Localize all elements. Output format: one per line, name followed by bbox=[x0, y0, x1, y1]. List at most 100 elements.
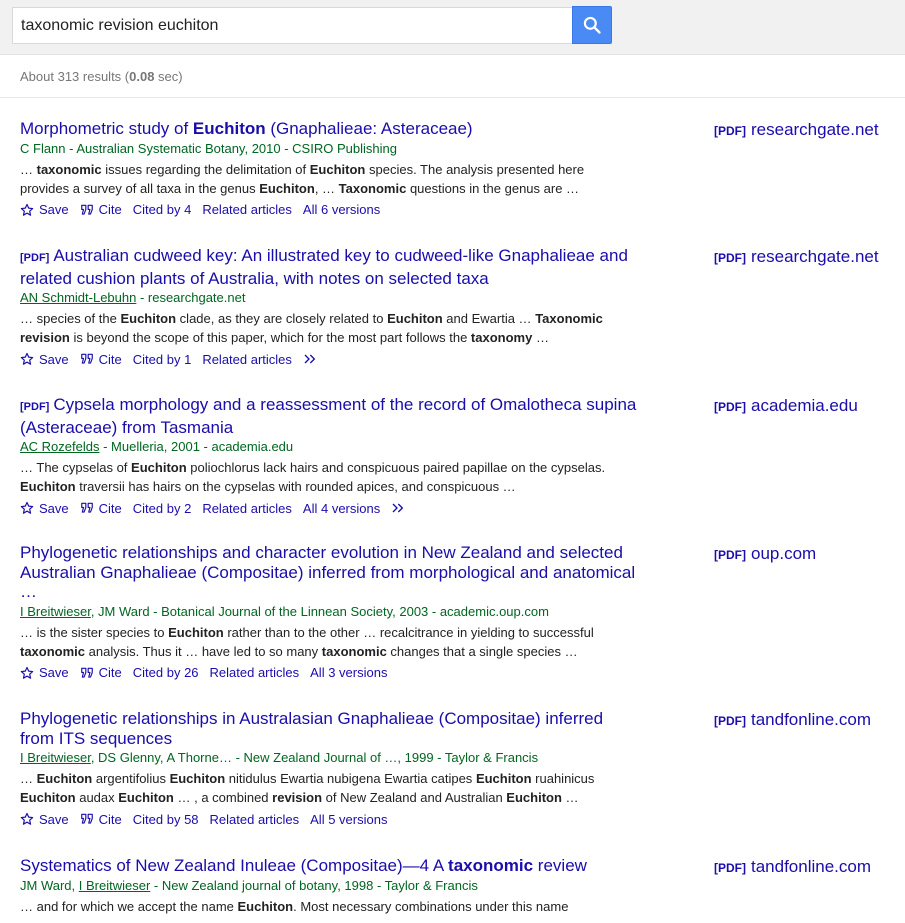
snippet-bold: Euchiton bbox=[20, 479, 76, 494]
result-authors: AC Rozefelds - Muelleria, 2001 - academi… bbox=[20, 439, 900, 455]
pdf-source-link[interactable]: [PDF] tandfonline.com bbox=[714, 710, 871, 730]
cited-by-link[interactable]: Cited by 1 bbox=[133, 352, 192, 367]
title-text: Morphometric study of bbox=[20, 119, 193, 138]
snippet-text: nitidulus Ewartia nubigena Ewartia catip… bbox=[225, 771, 476, 786]
snippet-bold: Euchiton bbox=[475, 771, 532, 786]
snippet-bold: taxonomic bbox=[20, 643, 86, 659]
cited-by-link[interactable]: Cited by 26 bbox=[133, 665, 199, 680]
save-button[interactable]: Save bbox=[20, 665, 69, 680]
search-input[interactable]: taxonomic revision euchiton bbox=[12, 7, 572, 44]
pdf-source-link[interactable]: [PDF] oup.com bbox=[714, 544, 816, 564]
save-button[interactable]: Save bbox=[20, 202, 69, 217]
search-result: Phylogenetic relationships and character… bbox=[20, 543, 900, 682]
result-actions: Save Cite Cited by 1 Related articles bbox=[20, 350, 900, 368]
authors-text: , JM Ward - Botanical Journal of the Lin… bbox=[90, 603, 549, 619]
snippet-bold: Euchiton bbox=[20, 790, 76, 805]
cite-label: Cite bbox=[98, 500, 122, 516]
pdf-tag: [PDF] bbox=[714, 861, 746, 875]
title-text: (Gnaphalieae: Asteraceae) bbox=[265, 119, 473, 138]
cited-by-link[interactable]: Cited by 2 bbox=[133, 501, 192, 516]
snippet-bold: Euchiton bbox=[237, 898, 294, 914]
snippet-bold: taxonomic bbox=[321, 643, 387, 659]
search-result: Morphometric study of Euchiton (Gnaphali… bbox=[20, 119, 900, 219]
related-articles-link[interactable]: Related articles bbox=[202, 202, 292, 217]
pdf-source: tandfonline.com bbox=[751, 710, 872, 729]
cite-button[interactable]: Cite bbox=[80, 812, 122, 827]
author-link[interactable]: AC Rozefelds bbox=[20, 439, 99, 454]
snippet-text: … is the sister species to bbox=[20, 624, 169, 640]
star-icon bbox=[20, 501, 34, 514]
all-versions-link[interactable]: All 4 versions bbox=[303, 501, 380, 516]
snippet-bold: revision bbox=[272, 790, 323, 805]
authors-text: JM Ward, bbox=[20, 877, 79, 893]
related-articles-link[interactable]: Related articles bbox=[210, 812, 300, 827]
pdf-source-link[interactable]: [PDF] tandfonline.com bbox=[714, 857, 871, 877]
result-title[interactable]: Phylogenetic relationships in Australasi… bbox=[20, 709, 640, 748]
result-snippet: … is the sister species to Euchiton rath… bbox=[20, 623, 620, 661]
snippet-bold: Euchiton bbox=[36, 771, 93, 786]
result-authors: AN Schmidt-Lebuhn - researchgate.net bbox=[20, 290, 900, 306]
quote-icon bbox=[80, 813, 93, 824]
pdf-source-link[interactable]: [PDF] researchgate.net bbox=[714, 120, 879, 140]
related-articles-link[interactable]: Related articles bbox=[210, 665, 300, 680]
results-time: 0.08 bbox=[129, 69, 155, 84]
cited-by-link[interactable]: Cited by 58 bbox=[133, 812, 199, 827]
more-button[interactable] bbox=[391, 502, 412, 514]
cite-label: Cite bbox=[98, 202, 122, 217]
snippet-text: of New Zealand and Australian bbox=[322, 790, 507, 805]
pdf-source-link[interactable]: [PDF] academia.edu bbox=[714, 396, 858, 416]
snippet-bold: Euchiton bbox=[120, 311, 177, 326]
snippet-text: … bbox=[20, 161, 37, 177]
snippet-bold: Euchiton bbox=[506, 790, 562, 805]
snippet-text: analysis. Thus it … have led to so many bbox=[85, 643, 322, 659]
related-articles-link[interactable]: Related articles bbox=[202, 352, 292, 367]
snippet-text: clade, as they are closely related to bbox=[176, 311, 388, 326]
snippet-text: … and for which we accept the name bbox=[20, 898, 238, 914]
snippet-text: issues regarding the delimitation of bbox=[101, 161, 310, 177]
save-label: Save bbox=[39, 351, 69, 367]
pdf-tag: [PDF] bbox=[714, 714, 746, 728]
cite-button[interactable]: Cite bbox=[80, 352, 122, 367]
result-title[interactable]: Systematics of New Zealand Inuleae (Comp… bbox=[20, 856, 640, 876]
authors-text: - Muelleria, 2001 - academia.edu bbox=[99, 439, 294, 454]
related-articles-link[interactable]: Related articles bbox=[202, 501, 292, 516]
cite-button[interactable]: Cite bbox=[80, 665, 122, 680]
result-authors: I Breitwieser, JM Ward - Botanical Journ… bbox=[20, 604, 900, 620]
result-authors: C Flann - Australian Systematic Botany, … bbox=[20, 141, 900, 157]
save-button[interactable]: Save bbox=[20, 812, 69, 827]
pdf-tag: [PDF] bbox=[714, 251, 746, 265]
all-versions-link[interactable]: All 5 versions bbox=[310, 812, 387, 827]
result-title[interactable]: [PDF] Australian cudweed key: An illustra… bbox=[20, 246, 640, 288]
snippet-text: … species of the bbox=[20, 311, 121, 326]
snippet-bold: Euchiton bbox=[118, 790, 174, 805]
snippet-bold: taxonomy bbox=[470, 330, 533, 345]
star-icon bbox=[20, 352, 34, 365]
more-button[interactable] bbox=[303, 353, 324, 365]
all-versions-link[interactable]: All 3 versions bbox=[310, 665, 387, 680]
result-title[interactable]: Phylogenetic relationships and character… bbox=[20, 543, 640, 602]
author-link[interactable]: AN Schmidt-Lebuhn bbox=[20, 290, 136, 305]
cite-button[interactable]: Cite bbox=[80, 501, 122, 516]
author-link[interactable]: I Breitwieser bbox=[20, 750, 91, 765]
pdf-source: tandfonline.com bbox=[751, 857, 872, 876]
pdf-tag: [PDF] bbox=[20, 252, 50, 264]
snippet-text: audax bbox=[75, 790, 119, 805]
results-stats: About 313 results (0.08 sec) bbox=[20, 69, 183, 84]
result-title[interactable]: [PDF] Cypsela morphology and a reassessme… bbox=[20, 395, 640, 437]
pdf-tag: [PDF] bbox=[714, 400, 746, 414]
author-link[interactable]: I Breitwieser bbox=[20, 604, 91, 619]
result-title[interactable]: Morphometric study of Euchiton (Gnaphali… bbox=[20, 119, 640, 139]
all-versions-link[interactable]: All 6 versions bbox=[303, 202, 380, 217]
save-button[interactable]: Save bbox=[20, 352, 69, 367]
result-actions: Save Cite Cited by 58 Related articles All 5… bbox=[20, 810, 900, 828]
snippet-text: traversii has hairs on the cypselas with… bbox=[75, 479, 516, 494]
save-button[interactable]: Save bbox=[20, 501, 69, 516]
search-button[interactable] bbox=[572, 6, 612, 44]
pdf-source: researchgate.net bbox=[751, 120, 879, 139]
cite-button[interactable]: Cite bbox=[80, 202, 122, 217]
author-link[interactable]: I Breitwieser bbox=[79, 878, 151, 893]
pdf-source-link[interactable]: [PDF] researchgate.net bbox=[714, 247, 879, 267]
search-result: Systematics of New Zealand Inuleae (Comp… bbox=[20, 856, 900, 916]
search-result: [PDF] Cypsela morphology and a reassessme… bbox=[20, 395, 900, 517]
cited-by-link[interactable]: Cited by 4 bbox=[133, 202, 192, 217]
